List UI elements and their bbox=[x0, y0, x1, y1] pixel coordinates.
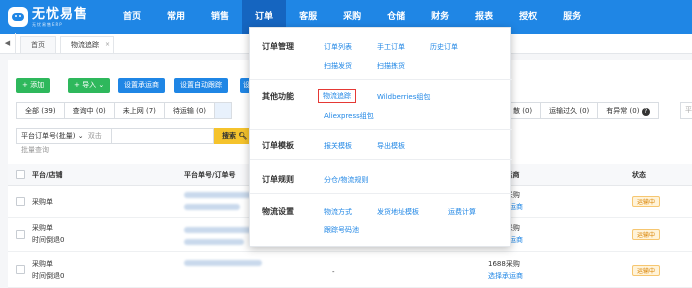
logo-icon bbox=[8, 7, 28, 27]
menu-shipping-address-template[interactable]: 发货地址模板 bbox=[377, 207, 419, 217]
set-auto-track-button[interactable]: 设置自动跟踪 bbox=[174, 78, 228, 93]
orders-dropdown-menu: 订单管理 订单列表 手工订单 历史订单 扫描发货 扫描拣货 其他功能 物流追踪 … bbox=[249, 27, 512, 247]
menu-customs-template[interactable]: 报关模板 bbox=[324, 141, 352, 151]
row-store: 采购单 bbox=[32, 198, 53, 206]
row-store: 采购单 bbox=[32, 260, 53, 268]
menu-divider bbox=[250, 193, 512, 194]
tab-home[interactable]: 首页 bbox=[20, 36, 56, 53]
header-platform-store: 平台/店铺 bbox=[32, 171, 63, 179]
nav-sales[interactable]: 销售 bbox=[198, 0, 242, 34]
menu-freight-calculation[interactable]: 运费计算 bbox=[448, 207, 476, 217]
row-checkbox[interactable] bbox=[16, 230, 25, 239]
menu-tracking-number-pool[interactable]: 跟踪号码池 bbox=[324, 225, 359, 235]
filter-querying[interactable]: 查询中 (0) bbox=[63, 102, 115, 119]
nav-home[interactable]: 首页 bbox=[110, 0, 154, 34]
menu-divider bbox=[250, 129, 512, 130]
status-filters-right: 散 (0) 运输过久 (0) 有异常 (0) ? bbox=[504, 102, 659, 119]
status-filters: 全部 (39) 查询中 (0) 未上网 (7) 待运输 (0) bbox=[16, 102, 233, 119]
search-icon: 🔍︎ bbox=[238, 132, 248, 140]
nav-common[interactable]: 常用 bbox=[154, 0, 198, 34]
tab-logistics-tracking[interactable]: 物流追踪 × bbox=[60, 36, 114, 53]
choose-carrier-link[interactable]: 选择承运商 bbox=[488, 270, 523, 282]
menu-export-template[interactable]: 导出模板 bbox=[377, 141, 405, 151]
filter-selected[interactable] bbox=[214, 102, 233, 119]
tab-scroll-left-icon[interactable]: ◀ bbox=[0, 33, 16, 53]
redacted-order-number bbox=[184, 260, 262, 266]
row-store: 采购单 bbox=[32, 224, 53, 232]
menu-section-logistics-settings: 物流设置 bbox=[262, 207, 294, 216]
help-icon[interactable]: ? bbox=[641, 108, 650, 116]
menu-aliexpress-bundle[interactable]: Aliexpress组包 bbox=[324, 111, 374, 121]
filter-abnormal[interactable]: 有异常 (0) ? bbox=[597, 102, 659, 119]
row-carrier: 1688采购 bbox=[488, 260, 520, 268]
menu-history-order[interactable]: 历史订单 bbox=[430, 42, 458, 52]
logo[interactable]: 无忧易售 无忧易售ERP bbox=[0, 0, 110, 34]
search-type-value: 平台订单号(批量) bbox=[21, 132, 76, 140]
menu-warehouse-logistics-rules[interactable]: 分仓/物流规则 bbox=[324, 175, 368, 185]
search-type-select[interactable]: 平台订单号(批量) ⌄ 双击批量查询 bbox=[16, 128, 112, 154]
brand-title: 无忧易售 bbox=[32, 6, 89, 22]
search-input[interactable] bbox=[112, 128, 214, 144]
row-checkbox[interactable] bbox=[16, 197, 25, 206]
search-button-label: 搜索 bbox=[222, 132, 236, 140]
row-store-sub: 时间倒退0 bbox=[32, 272, 65, 280]
header-order-number: 平台单号/订单号 bbox=[184, 171, 236, 179]
row-store-sub: 时间倒退0 bbox=[32, 236, 65, 244]
platform-filter-input[interactable]: 平台 bbox=[680, 102, 692, 119]
menu-divider bbox=[250, 79, 512, 80]
set-carrier-button[interactable]: 设置承运商 bbox=[118, 78, 165, 93]
import-button[interactable]: + 导入 ⌄ bbox=[68, 78, 111, 93]
menu-manual-order[interactable]: 手工订单 bbox=[377, 42, 405, 52]
menu-section-order-management: 订单管理 bbox=[262, 42, 294, 51]
menu-logistics-tracking[interactable]: 物流追踪 bbox=[318, 89, 356, 103]
nav-service[interactable]: 服务 bbox=[550, 0, 594, 34]
menu-section-order-template: 订单模板 bbox=[262, 141, 294, 150]
menu-shipping-method[interactable]: 物流方式 bbox=[324, 207, 352, 217]
filter-not-online[interactable]: 未上网 (7) bbox=[113, 102, 165, 119]
menu-wildberries-bundle[interactable]: Wildberries组包 bbox=[377, 92, 430, 102]
table-row[interactable]: 采购单 时间倒退0 - 1688采购 选择承运商 运输中 bbox=[8, 252, 692, 288]
status-badge: 运输中 bbox=[632, 196, 661, 207]
menu-order-list[interactable]: 订单列表 bbox=[324, 42, 352, 52]
tab-label: 物流追踪 bbox=[71, 41, 99, 49]
menu-scan-shipping[interactable]: 扫描发货 bbox=[324, 61, 352, 71]
menu-section-other-functions: 其他功能 bbox=[262, 92, 294, 101]
menu-scan-picking[interactable]: 扫描拣货 bbox=[377, 61, 405, 71]
row-order-sub: - bbox=[332, 268, 335, 276]
brand-subtitle: 无忧易售ERP bbox=[32, 21, 63, 27]
header-status: 状态 bbox=[632, 171, 646, 179]
redacted-order-number bbox=[184, 204, 240, 210]
filter-abnormal-label: 有异常 (0) bbox=[606, 107, 640, 115]
redacted-order-number bbox=[184, 239, 244, 245]
nav-authorization[interactable]: 授权 bbox=[506, 0, 550, 34]
filter-pending-transport[interactable]: 待运输 (0) bbox=[163, 102, 216, 119]
chevron-down-icon: ⌄ bbox=[77, 132, 84, 140]
status-badge: 运输中 bbox=[632, 229, 661, 240]
menu-divider bbox=[250, 159, 512, 160]
row-checkbox[interactable] bbox=[16, 265, 25, 274]
redacted-order-number bbox=[184, 192, 256, 198]
filter-transport-overtime[interactable]: 运输过久 (0) bbox=[540, 102, 599, 119]
search-row: 平台订单号(批量) ⌄ 双击批量查询 搜索 🔍︎ bbox=[16, 128, 256, 154]
select-all-checkbox[interactable] bbox=[16, 170, 25, 179]
close-icon[interactable]: × bbox=[105, 36, 110, 53]
add-button[interactable]: + 添加 bbox=[16, 78, 51, 93]
menu-section-order-rules: 订单规则 bbox=[262, 175, 294, 184]
filter-all[interactable]: 全部 (39) bbox=[16, 102, 65, 119]
status-badge: 运输中 bbox=[632, 265, 661, 276]
